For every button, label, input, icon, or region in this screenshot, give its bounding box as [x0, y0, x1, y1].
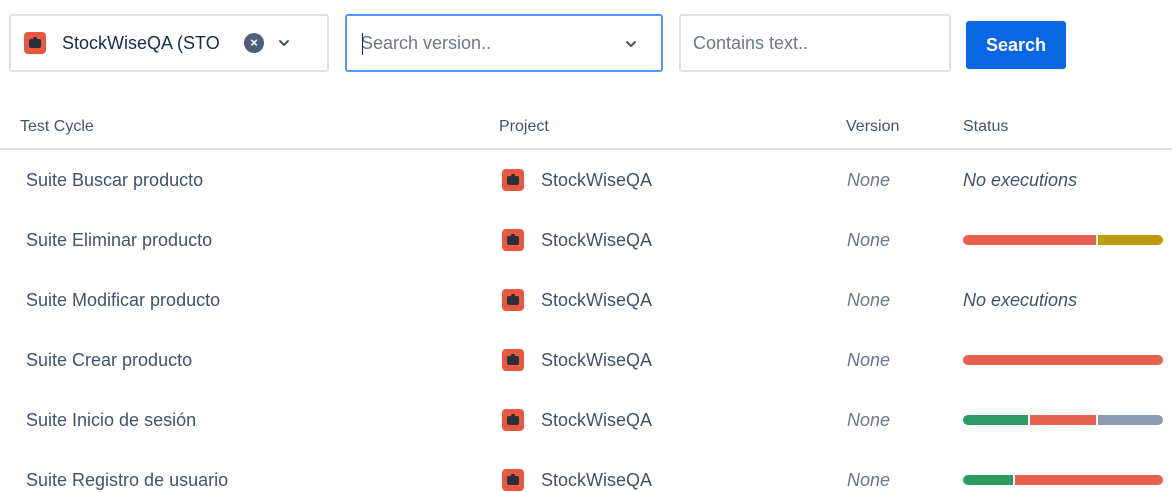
project-briefcase-icon [502, 469, 524, 491]
status-cell: No executions [963, 150, 1163, 210]
progress-segment-pass [963, 415, 1028, 425]
project-name: StockWiseQA [541, 469, 653, 490]
table-row[interactable]: Suite Crear producto StockWiseQA None [0, 330, 1172, 390]
table-row[interactable]: Suite Buscar producto StockWiseQA None No e… [0, 150, 1172, 210]
table-row[interactable]: Suite Inicio de sesión StockWiseQA None [0, 390, 1172, 450]
project-cell: StockWiseQA [502, 330, 652, 390]
project-name: StockWiseQA [541, 289, 653, 310]
text-cursor [362, 33, 363, 55]
chevron-down-icon[interactable] [276, 35, 292, 51]
test-cycle-search-page: StockWiseQA (STO × Search Test Cycle Pro… [0, 0, 1172, 492]
progress-segment-fail [1029, 415, 1097, 425]
project-name: StockWiseQA [541, 409, 653, 430]
version-value: None [847, 469, 891, 490]
progress-segment-wip [1098, 235, 1163, 245]
project-briefcase-icon [502, 409, 524, 431]
test-cycle-name[interactable]: Suite Eliminar producto [26, 210, 212, 270]
status-cell [963, 450, 1163, 492]
table-row[interactable]: Suite Modificar producto StockWiseQA None N… [0, 270, 1172, 330]
project-name: StockWiseQA [541, 349, 653, 370]
execution-progress-bar[interactable] [963, 235, 1163, 245]
execution-progress-bar[interactable] [963, 415, 1163, 425]
project-filter[interactable]: StockWiseQA (STO × [9, 14, 329, 72]
version-value: None [847, 349, 891, 370]
progress-segment-unexecuted [1098, 415, 1163, 425]
chevron-down-icon[interactable] [623, 36, 639, 52]
project-briefcase-icon [502, 349, 524, 371]
progress-segment-fail [963, 355, 1163, 365]
test-cycle-name[interactable]: Suite Modificar producto [26, 270, 220, 330]
project-filter-value: StockWiseQA (STO [62, 32, 220, 53]
clear-icon[interactable]: × [244, 33, 264, 53]
contains-text-input[interactable] [693, 32, 933, 54]
status-text: No executions [963, 289, 1078, 310]
status-text: No executions [963, 169, 1078, 190]
header-version[interactable]: Version [846, 118, 899, 136]
test-cycle-name[interactable]: Suite Buscar producto [26, 150, 203, 210]
project-cell: StockWiseQA [502, 450, 652, 492]
version-value: None [847, 409, 891, 430]
project-briefcase-icon [24, 32, 46, 54]
table-row[interactable]: Suite Registro de usuario StockWiseQA None [0, 450, 1172, 492]
project-briefcase-icon [502, 169, 524, 191]
header-project[interactable]: Project [499, 118, 549, 136]
progress-segment-pass [963, 475, 1013, 485]
search-button[interactable]: Search [966, 21, 1066, 69]
project-cell: StockWiseQA [502, 390, 652, 450]
status-cell [963, 210, 1163, 270]
project-cell: StockWiseQA [502, 150, 652, 210]
test-cycle-name[interactable]: Suite Inicio de sesión [26, 390, 196, 450]
progress-segment-fail [1014, 475, 1163, 485]
status-cell [963, 390, 1163, 450]
project-name: StockWiseQA [541, 229, 653, 250]
execution-progress-bar[interactable] [963, 355, 1163, 365]
version-value: None [847, 169, 891, 190]
version-filter[interactable] [345, 14, 663, 72]
status-cell [963, 330, 1163, 390]
header-status[interactable]: Status [963, 118, 1008, 136]
project-cell: StockWiseQA [502, 270, 652, 330]
project-briefcase-icon [502, 229, 524, 251]
test-cycle-name[interactable]: Suite Registro de usuario [26, 450, 228, 492]
project-briefcase-icon [502, 289, 524, 311]
test-cycle-name[interactable]: Suite Crear producto [26, 330, 192, 390]
progress-segment-fail [963, 235, 1096, 245]
table-header: Test Cycle Project Version Status [0, 108, 1172, 150]
project-name: StockWiseQA [541, 169, 653, 190]
contains-text-filter[interactable] [679, 14, 951, 72]
version-value: None [847, 289, 891, 310]
status-cell: No executions [963, 270, 1163, 330]
execution-progress-bar[interactable] [963, 475, 1163, 485]
header-test-cycle[interactable]: Test Cycle [20, 118, 94, 136]
project-cell: StockWiseQA [502, 210, 652, 270]
version-search-input[interactable] [361, 32, 611, 54]
version-value: None [847, 229, 891, 250]
table-row[interactable]: Suite Eliminar producto StockWiseQA None [0, 210, 1172, 270]
